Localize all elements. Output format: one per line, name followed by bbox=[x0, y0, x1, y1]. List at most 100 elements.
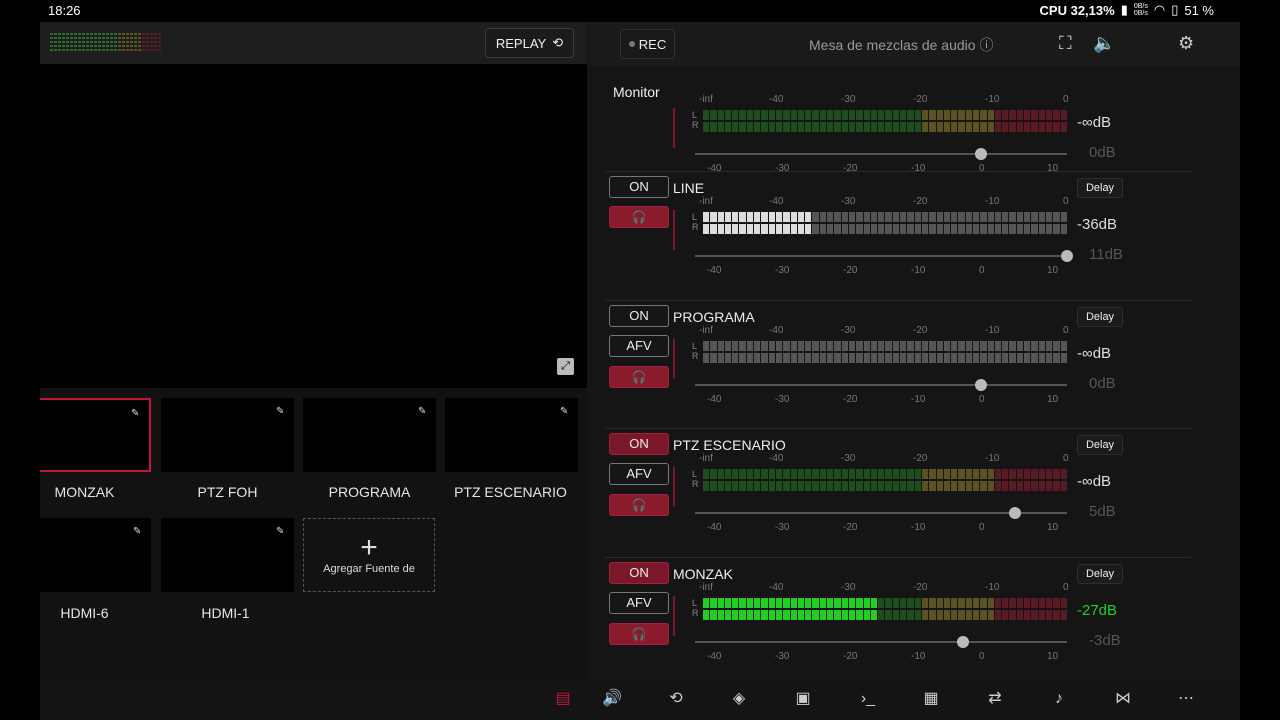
volume-fader[interactable] bbox=[695, 507, 1067, 519]
delay-button[interactable]: Delay bbox=[1077, 435, 1123, 455]
scale-tick: -40 bbox=[707, 522, 722, 533]
replay-icon[interactable]: ⟲ bbox=[665, 688, 687, 710]
volume-fader[interactable] bbox=[695, 636, 1067, 648]
preview-toolbar: REPLAY ⟲ bbox=[40, 22, 587, 64]
channel-afv-button[interactable]: AFV bbox=[609, 335, 669, 357]
info-icon[interactable]: ⓘ bbox=[979, 37, 993, 53]
transition-icon[interactable]: ⋈ bbox=[1112, 688, 1134, 710]
plus-icon: + bbox=[360, 531, 378, 564]
fader-knob[interactable] bbox=[1061, 250, 1073, 262]
headphone-icon[interactable]: 🎧 bbox=[609, 494, 669, 516]
source-label: HDMI-1 bbox=[201, 605, 250, 621]
replay-icon: ⟲ bbox=[552, 35, 564, 50]
channel-strip: PTZ ESCENARIO ON AFV 🎧 Delay -inf -40 -30 -20 -10… bbox=[605, 433, 1191, 557]
channel-color-bar bbox=[673, 596, 675, 636]
fader-scale: -40 -30 -20 -10 0 10 bbox=[699, 522, 1079, 534]
fader-knob[interactable] bbox=[975, 148, 988, 160]
switch-camera-icon[interactable]: ⇄ bbox=[984, 688, 1006, 710]
layers-icon[interactable]: ◈ bbox=[728, 688, 750, 710]
source-tile-ptz-foh[interactable]: ✎ bbox=[161, 398, 294, 472]
speaker-settings-icon[interactable]: 🔈 bbox=[1093, 33, 1115, 54]
scale-tick: 10 bbox=[1047, 522, 1059, 533]
scale-tick: 0 bbox=[1063, 196, 1069, 207]
delay-button[interactable]: Delay bbox=[1077, 564, 1123, 584]
scale-tick: -40 bbox=[769, 453, 784, 464]
scale-tick: -30 bbox=[841, 196, 856, 207]
delay-button[interactable]: Delay bbox=[1077, 307, 1123, 327]
bottom-toolbar: ▤ 🔊 ⟲ ◈ ▣ ›_ ▦ ⇄ ♪ ⋈ ⋯ bbox=[40, 678, 1240, 720]
lr-label: LR bbox=[692, 598, 699, 618]
scale-tick: -10 bbox=[911, 651, 926, 662]
fader-knob[interactable] bbox=[975, 379, 988, 391]
level-meter bbox=[703, 469, 1067, 493]
edit-source-icon[interactable]: ✎ bbox=[131, 409, 141, 419]
headphone-icon[interactable]: 🎧 bbox=[609, 366, 669, 388]
edit-source-icon[interactable]: ✎ bbox=[276, 407, 286, 417]
channel-name: LINE bbox=[673, 180, 705, 196]
channel-on-button[interactable]: ON bbox=[609, 305, 669, 327]
source-tile-ptz-escenario[interactable]: ✎ bbox=[445, 398, 578, 472]
scale-tick: 10 bbox=[1047, 265, 1059, 276]
source-label: HDMI-6 bbox=[60, 605, 109, 621]
channel-on-button[interactable]: ON bbox=[609, 562, 669, 584]
scale-tick: -10 bbox=[985, 94, 1000, 105]
edit-source-icon[interactable]: ✎ bbox=[560, 407, 570, 417]
delay-button[interactable]: Delay bbox=[1077, 178, 1123, 198]
channel-on-button[interactable]: ON bbox=[609, 433, 669, 455]
channel-on-button[interactable]: ON bbox=[609, 176, 669, 198]
rec-button[interactable]: REC bbox=[620, 29, 675, 59]
source-tile-hdmi-6[interactable]: ✎ bbox=[40, 518, 151, 592]
source-tile-hdmi-1[interactable]: ✎ bbox=[161, 518, 294, 592]
expand-icon[interactable]: ⤢ bbox=[557, 358, 574, 375]
channel-strip: MONZAK ON AFV 🎧 Delay -inf -40 -30 -20 -10 0 L R -27d… bbox=[605, 562, 1191, 678]
scale-tick: -inf bbox=[699, 582, 713, 593]
source-label: PTZ FOH bbox=[197, 484, 258, 500]
scale-tick: -30 bbox=[841, 453, 856, 464]
volume-fader[interactable] bbox=[695, 148, 1067, 160]
add-source-button[interactable]: + Agregar Fuente de bbox=[303, 518, 435, 592]
scale-tick: -20 bbox=[843, 522, 858, 533]
scale-tick: -10 bbox=[911, 265, 926, 276]
headphone-icon[interactable]: 🎧 bbox=[609, 206, 669, 228]
scale-tick: -inf bbox=[699, 453, 713, 464]
edit-source-icon[interactable]: ✎ bbox=[276, 527, 286, 537]
volume-fader[interactable] bbox=[695, 379, 1067, 391]
channel-afv-button[interactable]: AFV bbox=[609, 592, 669, 614]
calendar-icon[interactable]: ▦ bbox=[920, 688, 942, 710]
level-readout: -∞dB bbox=[1077, 473, 1112, 490]
replay-button[interactable]: REPLAY ⟲ bbox=[485, 28, 574, 58]
scale-tick: 0 bbox=[1063, 582, 1069, 593]
scale-tick: -inf bbox=[699, 94, 713, 105]
source-tile-monzak[interactable]: ✎ bbox=[40, 398, 151, 472]
scale-tick: 0 bbox=[1063, 453, 1069, 464]
terminal-icon[interactable]: ›_ bbox=[857, 688, 879, 710]
more-icon[interactable]: ⋯ bbox=[1175, 688, 1197, 710]
audio-mixer-icon[interactable]: 🔊 bbox=[601, 688, 623, 710]
fader-knob[interactable] bbox=[1008, 507, 1021, 519]
gain-readout: 0dB bbox=[1089, 144, 1116, 161]
gain-readout: 5dB bbox=[1089, 503, 1116, 520]
volume-fader[interactable] bbox=[695, 250, 1073, 262]
gear-icon[interactable]: ⚙ bbox=[1178, 33, 1194, 54]
source-tile-programa[interactable]: ✎ bbox=[303, 398, 436, 472]
scale-tick: -10 bbox=[985, 196, 1000, 207]
scale-tick: -30 bbox=[841, 582, 856, 593]
edit-source-icon[interactable]: ✎ bbox=[133, 527, 143, 537]
music-file-icon[interactable]: ♪ bbox=[1048, 688, 1070, 710]
mixer-title: Mesa de mezclas de audio ⓘ bbox=[809, 37, 994, 53]
scale-tick: 10 bbox=[1047, 651, 1059, 662]
fullscreen-icon[interactable]: ⛶ bbox=[1059, 33, 1072, 54]
layout-icon[interactable]: ▤ bbox=[552, 688, 574, 710]
scale-tick: -40 bbox=[707, 265, 722, 276]
battery-icon: ▯ bbox=[1171, 2, 1179, 17]
channel-color-bar bbox=[673, 339, 675, 379]
edit-source-icon[interactable]: ✎ bbox=[418, 407, 428, 417]
scale-tick: -20 bbox=[843, 394, 858, 405]
program-preview[interactable] bbox=[40, 64, 587, 388]
headphone-icon[interactable]: 🎧 bbox=[609, 623, 669, 645]
scale-tick: -10 bbox=[911, 522, 926, 533]
fader-knob[interactable] bbox=[956, 636, 969, 648]
rec-icon[interactable]: ▣ bbox=[792, 688, 814, 710]
scale-tick: -30 bbox=[775, 163, 790, 174]
channel-afv-button[interactable]: AFV bbox=[609, 463, 669, 485]
